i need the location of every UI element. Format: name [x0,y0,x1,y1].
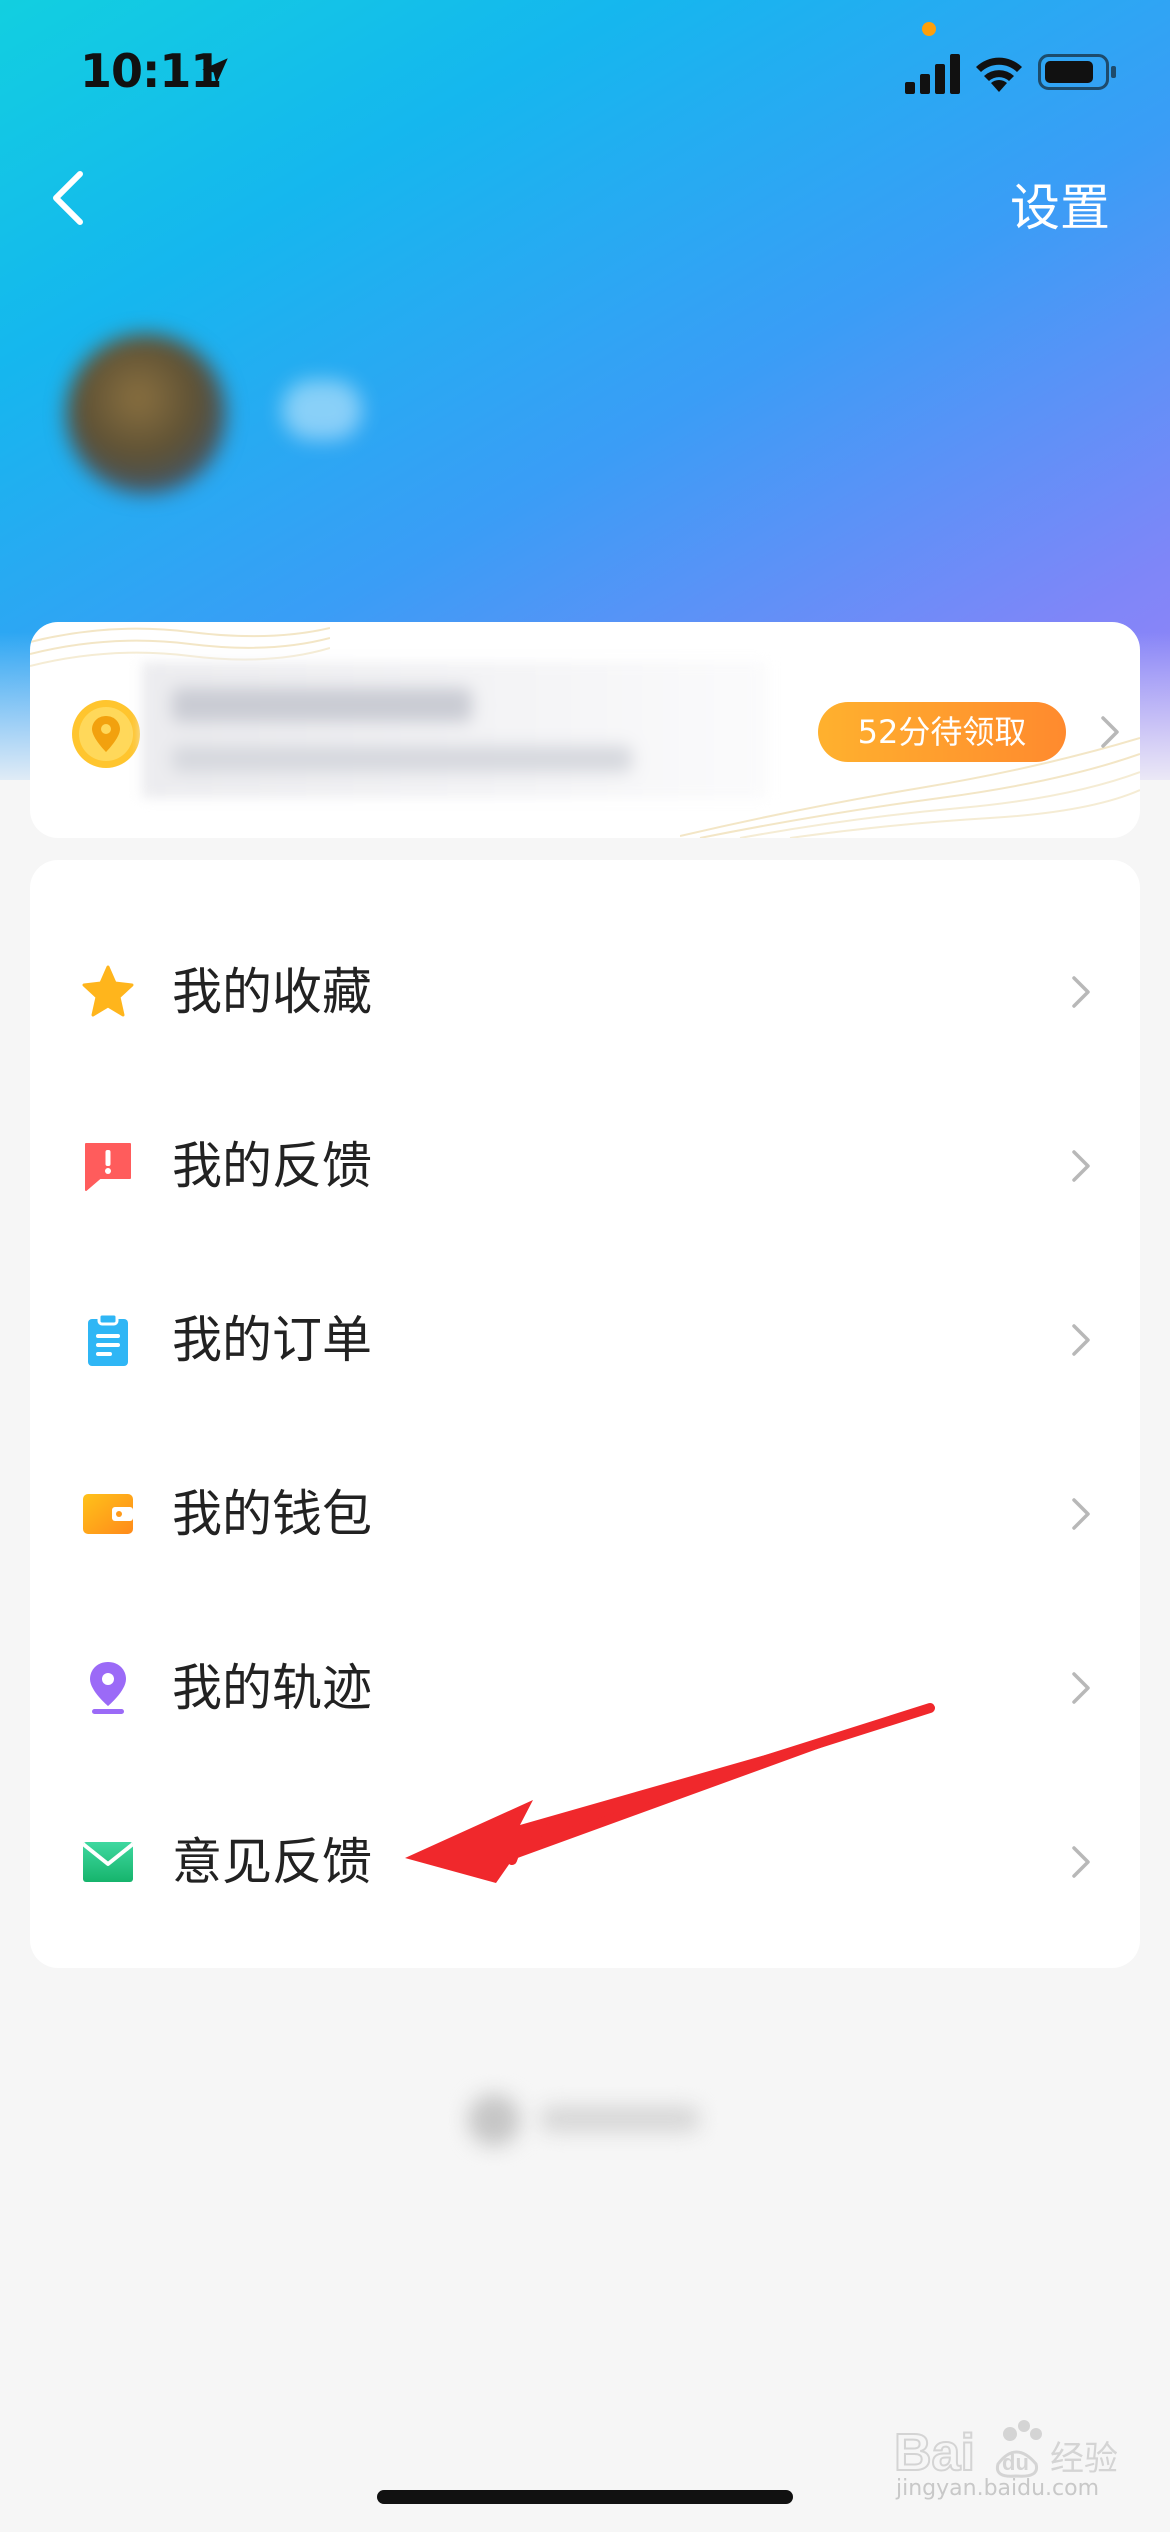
menu-item-my-feedback[interactable]: 我的反馈 [30,1080,1140,1254]
points-badge[interactable]: 52分待领取 [818,702,1066,762]
menu-item-label: 我的反馈 [172,1137,372,1195]
svg-text:du: du [1002,2450,1029,2475]
settings-button[interactable]: 设置 [1010,168,1110,240]
location-pin-icon [90,1662,126,1714]
clipboard-icon [88,1312,128,1366]
envelope-icon [81,1842,135,1882]
footer-blurred [450,2080,720,2160]
star-icon [82,965,134,1017]
watermark-url: jingyan.baidu.com [896,2476,1100,2501]
privacy-indicator-dot [922,22,936,36]
status-bar: 10:11 [0,0,1170,150]
menu-item-label: 我的订单 [172,1311,372,1369]
username-blurred[interactable] [282,380,362,440]
menu-item-label: 我的收藏 [172,963,372,1021]
annotation-arrow [405,1703,935,1883]
chevron-right-icon [1072,1672,1090,1704]
chevron-right-icon [1072,1498,1090,1530]
wallet-icon [83,1494,133,1534]
menu-item-label: 我的轨迹 [172,1659,372,1717]
points-card[interactable]: 52分待领取 [30,622,1140,838]
menu-item-favorites[interactable]: 我的收藏 [30,906,1140,1080]
menu-item-wallet[interactable]: 我的钱包 [30,1428,1140,1602]
avatar[interactable] [66,334,226,494]
location-arrow-icon [202,58,228,84]
svg-text:经验: 经验 [1050,2439,1118,2479]
chevron-right-icon [1072,1150,1090,1182]
menu-item-label: 我的钱包 [172,1485,372,1543]
cellular-signal-icon [905,54,960,94]
chevron-right-icon [1072,1846,1090,1878]
back-button[interactable] [40,160,100,236]
menu-item-orders[interactable]: 我的订单 [30,1254,1140,1428]
coin-location-icon [72,700,140,768]
chevron-right-icon [1072,1324,1090,1356]
battery-icon [1038,54,1116,90]
menu-item-label: 意见反馈 [172,1833,372,1891]
svg-text:Bai: Bai [894,2424,975,2482]
chevron-right-icon [1072,976,1090,1008]
points-info-blurred [142,662,768,798]
feedback-alert-icon [85,1143,131,1191]
wifi-icon [976,57,1022,92]
home-indicator[interactable] [377,2490,793,2504]
chevron-right-icon [1101,716,1119,748]
